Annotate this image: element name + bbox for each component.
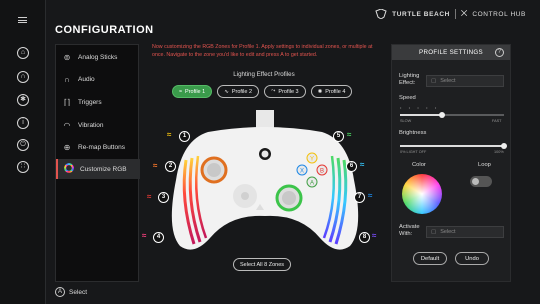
menu-item-triggers[interactable]: ⌈⌉ Triggers — [56, 92, 140, 112]
menu-item-customize-rgb[interactable]: Customize RGB — [56, 159, 140, 179]
brightness-label: Brightness — [399, 130, 427, 136]
trigger-icon: ⌈⌉ — [63, 97, 71, 107]
loop-toggle-knob — [472, 178, 479, 185]
svg-text:Y: Y — [310, 157, 314, 163]
a-button-icon: A — [55, 287, 65, 297]
config-menu: ⊚ Analog Sticks ∩ Audio ⌈⌉ Triggers ◠ Vi… — [55, 44, 140, 282]
select-all-zones-button[interactable]: Select All 8 Zones — [233, 258, 292, 271]
panel-header: PROFILE SETTINGS ? — [392, 45, 510, 60]
undo-button[interactable]: Undo — [455, 252, 489, 265]
zone-7-button[interactable]: 7 — [354, 192, 365, 203]
brightness-slider-fill — [400, 145, 504, 147]
rgb-icon — [63, 163, 75, 175]
color-label: Color — [412, 162, 426, 168]
power-icon[interactable]: ⏻ — [17, 139, 29, 151]
speed-min-label: SLOW — [400, 119, 412, 123]
headset-icon[interactable]: ∩ — [17, 71, 29, 83]
remap-icon: ⊕ — [63, 142, 71, 152]
turtle-beach-logo-icon — [375, 9, 387, 19]
color-wheel[interactable] — [402, 174, 442, 214]
settings-icon[interactable]: ✱ — [17, 94, 29, 106]
zone-2-button[interactable]: 2 — [165, 161, 176, 172]
pulse-icon: ∿ — [224, 88, 229, 95]
svg-text:A: A — [310, 181, 314, 187]
zone-8-wave-icon: ≈ — [372, 231, 377, 240]
brand-divider — [454, 9, 456, 19]
profile-4-button[interactable]: ✺ Profile 4 — [310, 85, 353, 98]
speed-slider-fill — [400, 114, 442, 116]
zone-4-button[interactable]: 4 — [153, 232, 164, 243]
zone-5-wave-icon: ≈ — [347, 130, 352, 139]
vibration-icon: ◠ — [63, 120, 71, 130]
default-button[interactable]: Default — [413, 252, 447, 265]
menu-item-label: Customize RGB — [80, 165, 127, 173]
lighting-profiles-title: Lighting Effect Profiles — [233, 71, 295, 78]
lighting-effect-select-value: Select — [440, 78, 456, 84]
zone-6-button[interactable]: 6 — [346, 161, 357, 172]
zone-2-wave-icon: ≈ — [153, 161, 158, 170]
svg-text:B: B — [320, 169, 324, 175]
menu-item-remap-buttons[interactable]: ⊕ Re-map Buttons — [56, 137, 140, 157]
brand-product: CONTROL HUB — [472, 10, 526, 18]
brightness-min-label: 0% LIGHT OFF — [400, 150, 427, 154]
lighting-effect-label: Lighting Effect: — [399, 73, 420, 86]
zone-4-wave-icon: ≈ — [142, 231, 147, 240]
menu-icon[interactable] — [18, 17, 27, 23]
analog-stick-icon: ⊚ — [63, 52, 71, 62]
brightness-max-label: 100% — [494, 150, 504, 154]
menu-item-analog-sticks[interactable]: ⊚ Analog Sticks — [56, 47, 140, 67]
info-icon[interactable]: i — [17, 117, 29, 129]
home-icon[interactable]: ⌂ — [17, 47, 29, 59]
audio-icon: ∩ — [64, 74, 70, 84]
dropdown-icon: ▢ — [431, 78, 437, 84]
zone-1-button[interactable]: 1 — [179, 131, 190, 142]
activate-with-select[interactable]: ▢ Select — [426, 226, 504, 238]
zone-8-button[interactable]: 8 — [359, 232, 370, 243]
zone-3-wave-icon: ≈ — [147, 192, 152, 201]
activate-with-select-value: Select — [440, 229, 456, 235]
brand-name: TURTLE BEACH — [392, 10, 450, 18]
brand-logo: TURTLE BEACH ⨉ CONTROL HUB — [375, 9, 526, 19]
menu-item-label: Audio — [78, 75, 95, 83]
menu-item-label: Vibration — [78, 121, 104, 129]
left-rail: ⌂ ∩ ✱ i ⏻ ∷ — [0, 0, 46, 304]
zone-1-wave-icon: ≈ — [167, 130, 172, 139]
brightness-slider-knob[interactable] — [501, 143, 507, 149]
speed-max-label: FAST — [492, 119, 502, 123]
zone-6-wave-icon: ≈ — [360, 160, 365, 169]
control-hub-icon: ⨉ — [460, 9, 468, 18]
help-icon[interactable]: ? — [495, 48, 504, 57]
dropdown-icon: ▢ — [431, 229, 437, 235]
activate-with-label: Activate With: — [399, 224, 420, 237]
lighting-effect-select[interactable]: ▢ Select — [426, 75, 504, 87]
footer-hint: A Select — [55, 287, 87, 297]
profile-settings-panel: PROFILE SETTINGS ? Lighting Effect: ▢ Se… — [391, 44, 511, 282]
footer-label: Select — [69, 288, 88, 296]
zone-3-button[interactable]: 3 — [158, 192, 169, 203]
zone-5-button[interactable]: 5 — [333, 131, 344, 142]
menu-item-label: Analog Sticks — [78, 53, 118, 61]
profile-1-button[interactable]: ≈ Profile 1 — [172, 85, 213, 98]
speed-slider-knob[interactable] — [439, 112, 445, 118]
menu-item-label: Triggers — [78, 98, 102, 106]
svg-text:X: X — [300, 169, 304, 175]
profile-3-button[interactable]: ⤳ Profile 3 — [264, 85, 306, 98]
page-title: CONFIGURATION — [55, 24, 154, 36]
zone-7-wave-icon: ≈ — [368, 191, 373, 200]
loop-label: Loop — [478, 162, 491, 168]
menu-item-vibration[interactable]: ◠ Vibration — [56, 115, 140, 135]
profile-2-button[interactable]: ∿ Profile 2 — [217, 85, 260, 98]
speed-tick-dots: • • • • • — [400, 106, 437, 110]
loop-toggle[interactable] — [470, 176, 492, 187]
speed-label: Speed — [399, 95, 416, 101]
controller-icon[interactable]: ∷ — [17, 161, 29, 173]
wave-icon: ≈ — [179, 88, 183, 95]
instruction-text: Now customizing the RGB Zones for Profil… — [152, 44, 373, 58]
spark-icon: ✺ — [317, 88, 323, 95]
fade-icon: ⤳ — [271, 88, 276, 94]
profile-tabs: ≈ Profile 1 ∿ Profile 2 ⤳ Profile 3 ✺ Pr… — [172, 85, 353, 98]
panel-title: PROFILE SETTINGS — [419, 49, 483, 56]
menu-item-audio[interactable]: ∩ Audio — [56, 69, 140, 89]
menu-item-label: Re-map Buttons — [78, 143, 125, 151]
